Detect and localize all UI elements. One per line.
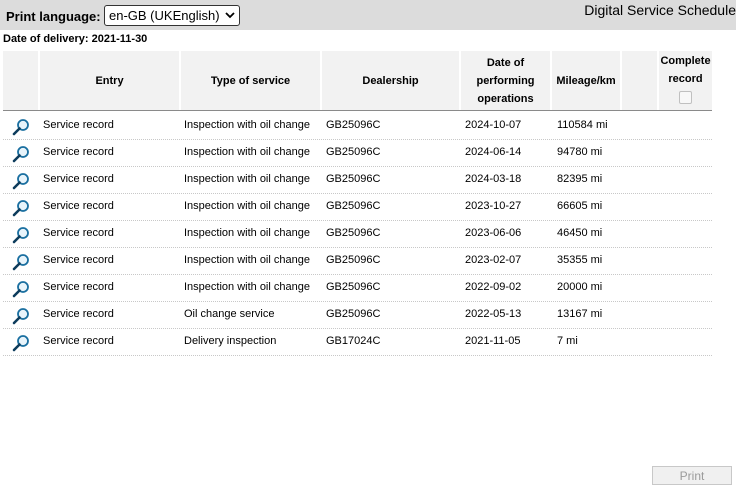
cell-entry: Service record bbox=[43, 335, 114, 347]
column-header-mileage: Mileage/km bbox=[552, 51, 620, 110]
cell-type-of-service: Inspection with oil change bbox=[184, 281, 310, 293]
cell-date: 2023-10-27 bbox=[465, 200, 522, 212]
table-row[interactable]: Service record Delivery inspection GB17024… bbox=[3, 329, 712, 356]
cell-type-of-service: Delivery inspection bbox=[184, 335, 277, 347]
print-language-select[interactable]: en-GB (UKEnglish) bbox=[104, 5, 240, 26]
column-header-icon bbox=[3, 51, 38, 110]
cell-type-of-service: Oil change service bbox=[184, 308, 275, 320]
magnifier-icon[interactable] bbox=[12, 334, 30, 352]
column-header-complete-line1: Complete bbox=[660, 55, 711, 67]
column-header-dealership: Dealership bbox=[322, 51, 459, 110]
cell-mileage: 20000 mi bbox=[557, 281, 603, 293]
table-row[interactable]: Service record Inspection with oil change… bbox=[3, 248, 712, 275]
print-button[interactable]: Print bbox=[652, 466, 732, 485]
cell-type-of-service: Inspection with oil change bbox=[184, 173, 310, 185]
cell-dealership: GB25096C bbox=[326, 254, 381, 266]
cell-dealership: GB25096C bbox=[326, 281, 381, 293]
header-divider bbox=[3, 110, 712, 111]
cell-entry: Service record bbox=[43, 227, 114, 239]
cell-dealership: GB25096C bbox=[326, 200, 381, 212]
column-header-date-line1: Date of bbox=[486, 56, 525, 69]
cell-mileage: 13167 mi bbox=[557, 308, 603, 320]
table-row[interactable]: Service record Inspection with oil change… bbox=[3, 140, 712, 167]
cell-dealership: GB25096C bbox=[326, 227, 381, 239]
cell-dealership: GB25096C bbox=[326, 146, 381, 158]
cell-mileage: 46450 mi bbox=[557, 227, 603, 239]
cell-date: 2021-11-05 bbox=[465, 335, 521, 347]
cell-mileage: 94780 mi bbox=[557, 146, 603, 158]
print-language-value: en-GB (UKEnglish) bbox=[109, 8, 220, 23]
cell-mileage: 35355 mi bbox=[557, 254, 603, 266]
table-row[interactable]: Service record Inspection with oil change… bbox=[3, 167, 712, 194]
table-row[interactable]: Service record Inspection with oil change… bbox=[3, 194, 712, 221]
cell-dealership: GB25096C bbox=[326, 308, 381, 320]
cell-dealership: GB25096C bbox=[326, 119, 381, 131]
table-row[interactable]: Service record Oil change service GB25096C… bbox=[3, 302, 712, 329]
complete-record-checkbox[interactable] bbox=[679, 91, 692, 104]
print-language-label: Print language: bbox=[6, 9, 101, 24]
app-title: Digital Service Schedule bbox=[584, 2, 736, 18]
column-header-entry: Entry bbox=[40, 51, 179, 110]
magnifier-icon[interactable] bbox=[12, 145, 30, 163]
cell-type-of-service: Inspection with oil change bbox=[184, 254, 310, 266]
magnifier-icon[interactable] bbox=[12, 172, 30, 190]
magnifier-icon[interactable] bbox=[12, 199, 30, 217]
chevron-down-icon bbox=[225, 12, 235, 19]
table-row[interactable]: Service record Inspection with oil change… bbox=[3, 113, 712, 140]
column-header-type-of-service: Type of service bbox=[181, 51, 320, 110]
magnifier-icon[interactable] bbox=[12, 280, 30, 298]
table-row[interactable]: Service record Inspection with oil change… bbox=[3, 275, 712, 302]
cell-mileage: 66605 mi bbox=[557, 200, 603, 212]
magnifier-icon[interactable] bbox=[12, 307, 30, 325]
cell-entry: Service record bbox=[43, 308, 114, 320]
column-header-date: Date of performing operations bbox=[461, 51, 550, 110]
cell-entry: Service record bbox=[43, 281, 114, 293]
table-row[interactable]: Service record Inspection with oil change… bbox=[3, 221, 712, 248]
cell-mileage: 82395 mi bbox=[557, 173, 603, 185]
cell-date: 2023-02-07 bbox=[465, 254, 522, 266]
column-header-complete-record: Complete record bbox=[659, 51, 712, 110]
cell-date: 2024-03-18 bbox=[465, 173, 522, 185]
date-of-delivery: Date of delivery: 2021-11-30 bbox=[3, 33, 148, 45]
cell-date: 2023-06-06 bbox=[465, 227, 522, 239]
column-header-date-line3: operations bbox=[477, 92, 534, 105]
column-header-complete-line2: record bbox=[668, 73, 703, 85]
cell-date: 2022-05-13 bbox=[465, 308, 522, 320]
cell-type-of-service: Inspection with oil change bbox=[184, 200, 310, 212]
magnifier-icon[interactable] bbox=[12, 118, 30, 136]
top-toolbar: Print language: en-GB (UKEnglish) Digita… bbox=[0, 0, 736, 30]
magnifier-icon[interactable] bbox=[12, 253, 30, 271]
cell-date: 2024-10-07 bbox=[465, 119, 522, 131]
cell-entry: Service record bbox=[43, 254, 114, 266]
cell-entry: Service record bbox=[43, 119, 114, 131]
cell-entry: Service record bbox=[43, 200, 114, 212]
magnifier-icon[interactable] bbox=[12, 226, 30, 244]
cell-mileage: 7 mi bbox=[557, 335, 578, 347]
column-header-date-line2: performing bbox=[476, 74, 535, 87]
cell-dealership: GB17024C bbox=[326, 335, 381, 347]
cell-date: 2022-09-02 bbox=[465, 281, 522, 293]
cell-type-of-service: Inspection with oil change bbox=[184, 227, 310, 239]
cell-entry: Service record bbox=[43, 173, 114, 185]
cell-date: 2024-06-14 bbox=[465, 146, 522, 158]
cell-type-of-service: Inspection with oil change bbox=[184, 119, 310, 131]
cell-type-of-service: Inspection with oil change bbox=[184, 146, 310, 158]
cell-mileage: 110584 mi bbox=[557, 119, 608, 131]
column-header-blank bbox=[622, 51, 657, 110]
cell-dealership: GB25096C bbox=[326, 173, 381, 185]
cell-entry: Service record bbox=[43, 146, 114, 158]
